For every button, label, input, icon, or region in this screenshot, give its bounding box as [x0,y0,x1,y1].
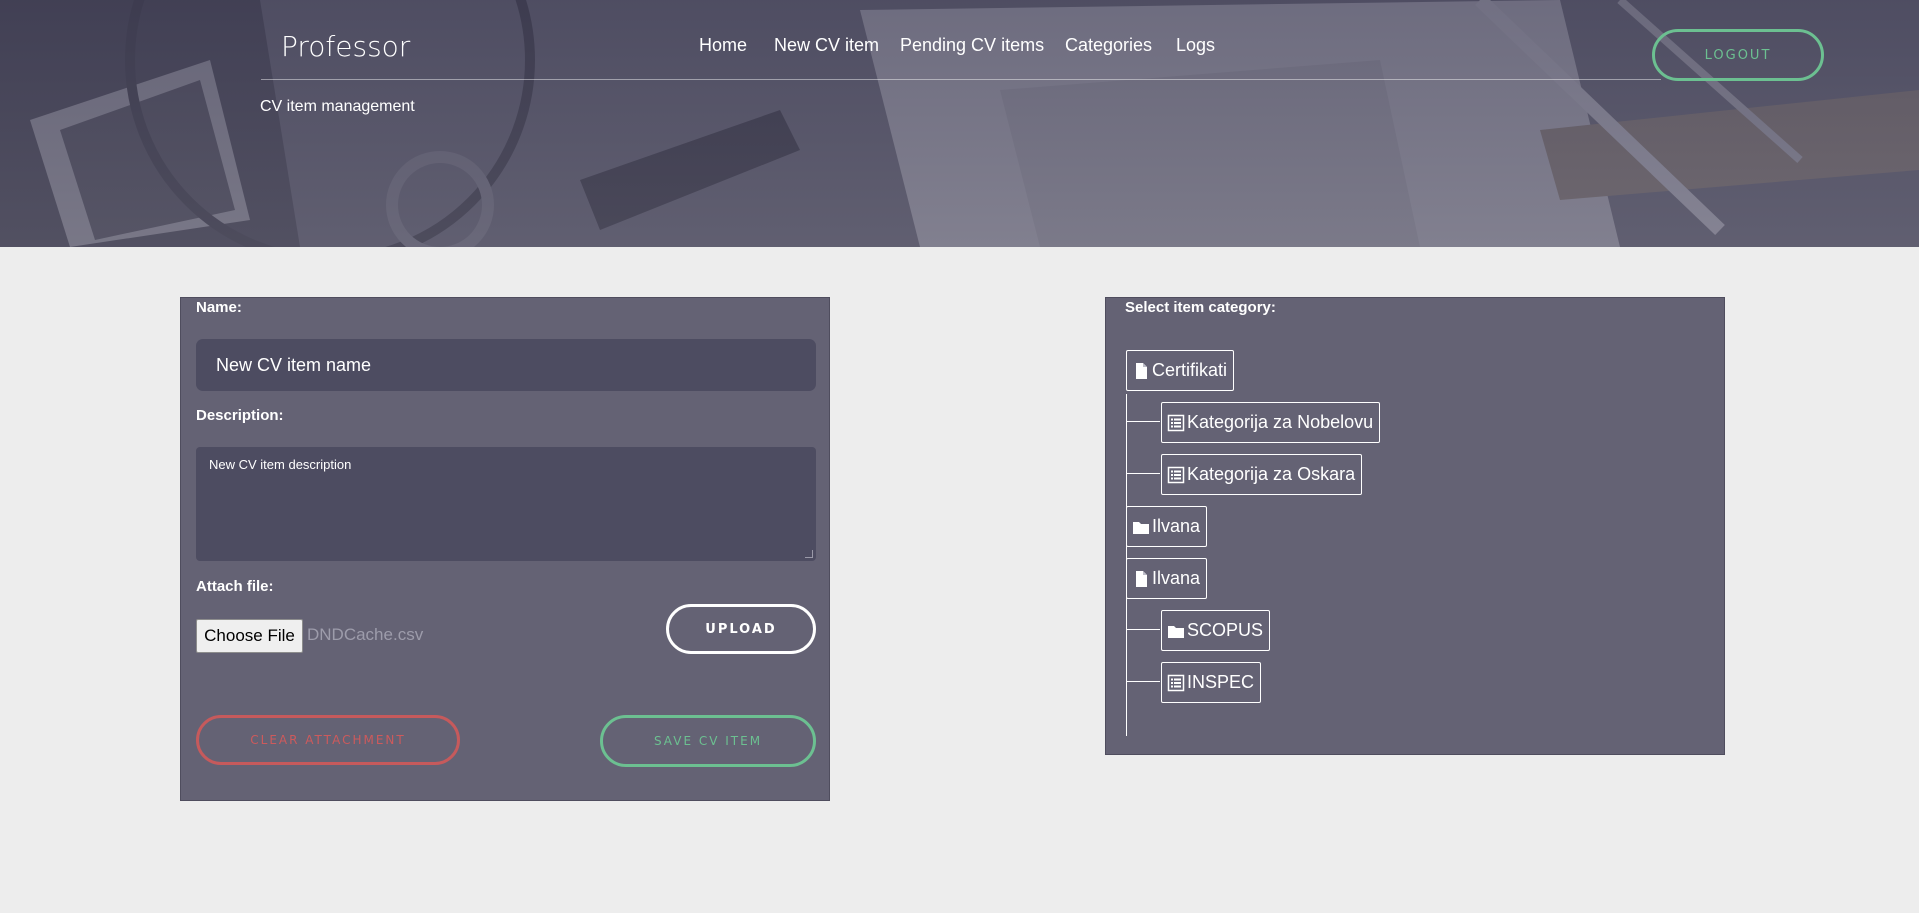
category-node-certifikati[interactable]: Certifikati [1126,350,1235,391]
list-icon [1167,674,1185,692]
nav-categories[interactable]: Categories [1065,35,1152,56]
tree-connector [1126,629,1160,630]
category-node-kategorija-za-nobelovu[interactable]: Kategorija za Nobelovu [1161,402,1381,443]
choose-file-button[interactable]: Choose File [196,619,303,653]
tree-connector [1126,681,1160,682]
list-icon [1167,414,1185,432]
description-textarea[interactable]: New CV item description [196,447,816,561]
name-input-value: New CV item name [216,354,372,375]
category-node-label: Ilvana [1152,516,1201,536]
category-node-ilvana-file[interactable]: Ilvana [1126,558,1208,599]
list-icon [1167,466,1185,484]
category-node-kategorija-za-oskara[interactable]: Kategorija za Oskara [1161,454,1363,495]
nav-new-cv-item[interactable]: New CV item [774,35,879,56]
tree-connector [1126,576,1127,736]
nav-home[interactable]: Home [699,35,747,56]
file-icon [1132,570,1150,588]
attach-file-label: Attach file: [196,578,274,595]
resize-grip-icon[interactable] [805,550,813,558]
file-icon [1132,362,1150,380]
nav-divider [261,79,1661,80]
folder-icon [1167,622,1185,640]
nav-logs[interactable]: Logs [1176,35,1215,56]
category-node-label: Kategorija za Oskara [1187,464,1356,484]
save-cv-item-button[interactable]: SAVE CV ITEM [600,715,816,767]
folder-icon [1132,518,1150,536]
category-node-label: INSPEC [1187,672,1255,692]
category-node-label: SCOPUS [1187,620,1264,640]
category-node-scopus[interactable]: SCOPUS [1161,610,1271,651]
category-title: Select item category: [1125,299,1276,316]
category-node-label: Certifikati [1152,360,1228,380]
main-nav: Home New CV item Pending CV items Catego… [0,35,1919,65]
logout-button[interactable]: LOGOUT [1652,29,1824,81]
nav-pending-cv-items[interactable]: Pending CV items [900,35,1044,56]
upload-button[interactable]: UPLOAD [666,604,816,654]
name-label: Name: [196,299,242,316]
tree-connector [1126,421,1160,422]
category-selector: Select item category: Certifikati Katego… [1105,297,1725,755]
category-node-label: Kategorija za Nobelovu [1187,412,1374,432]
description-value: New CV item description [209,457,352,472]
description-label: Description: [196,407,284,424]
name-input[interactable]: New CV item name [196,339,816,391]
category-node-ilvana-folder[interactable]: Ilvana [1126,506,1208,547]
cv-item-form: Name: New CV item name Description: New … [180,297,830,801]
selected-file-name: DNDCache.csv [307,625,424,644]
clear-attachment-button[interactable]: CLEAR ATTACHMENT [196,715,460,765]
page-subtitle: CV item management [260,98,415,115]
header-banner: Professor Home New CV item Pending CV it… [0,0,1919,247]
category-node-inspec[interactable]: INSPEC [1161,662,1262,703]
tree-connector [1126,473,1160,474]
category-node-label: Ilvana [1152,568,1201,588]
